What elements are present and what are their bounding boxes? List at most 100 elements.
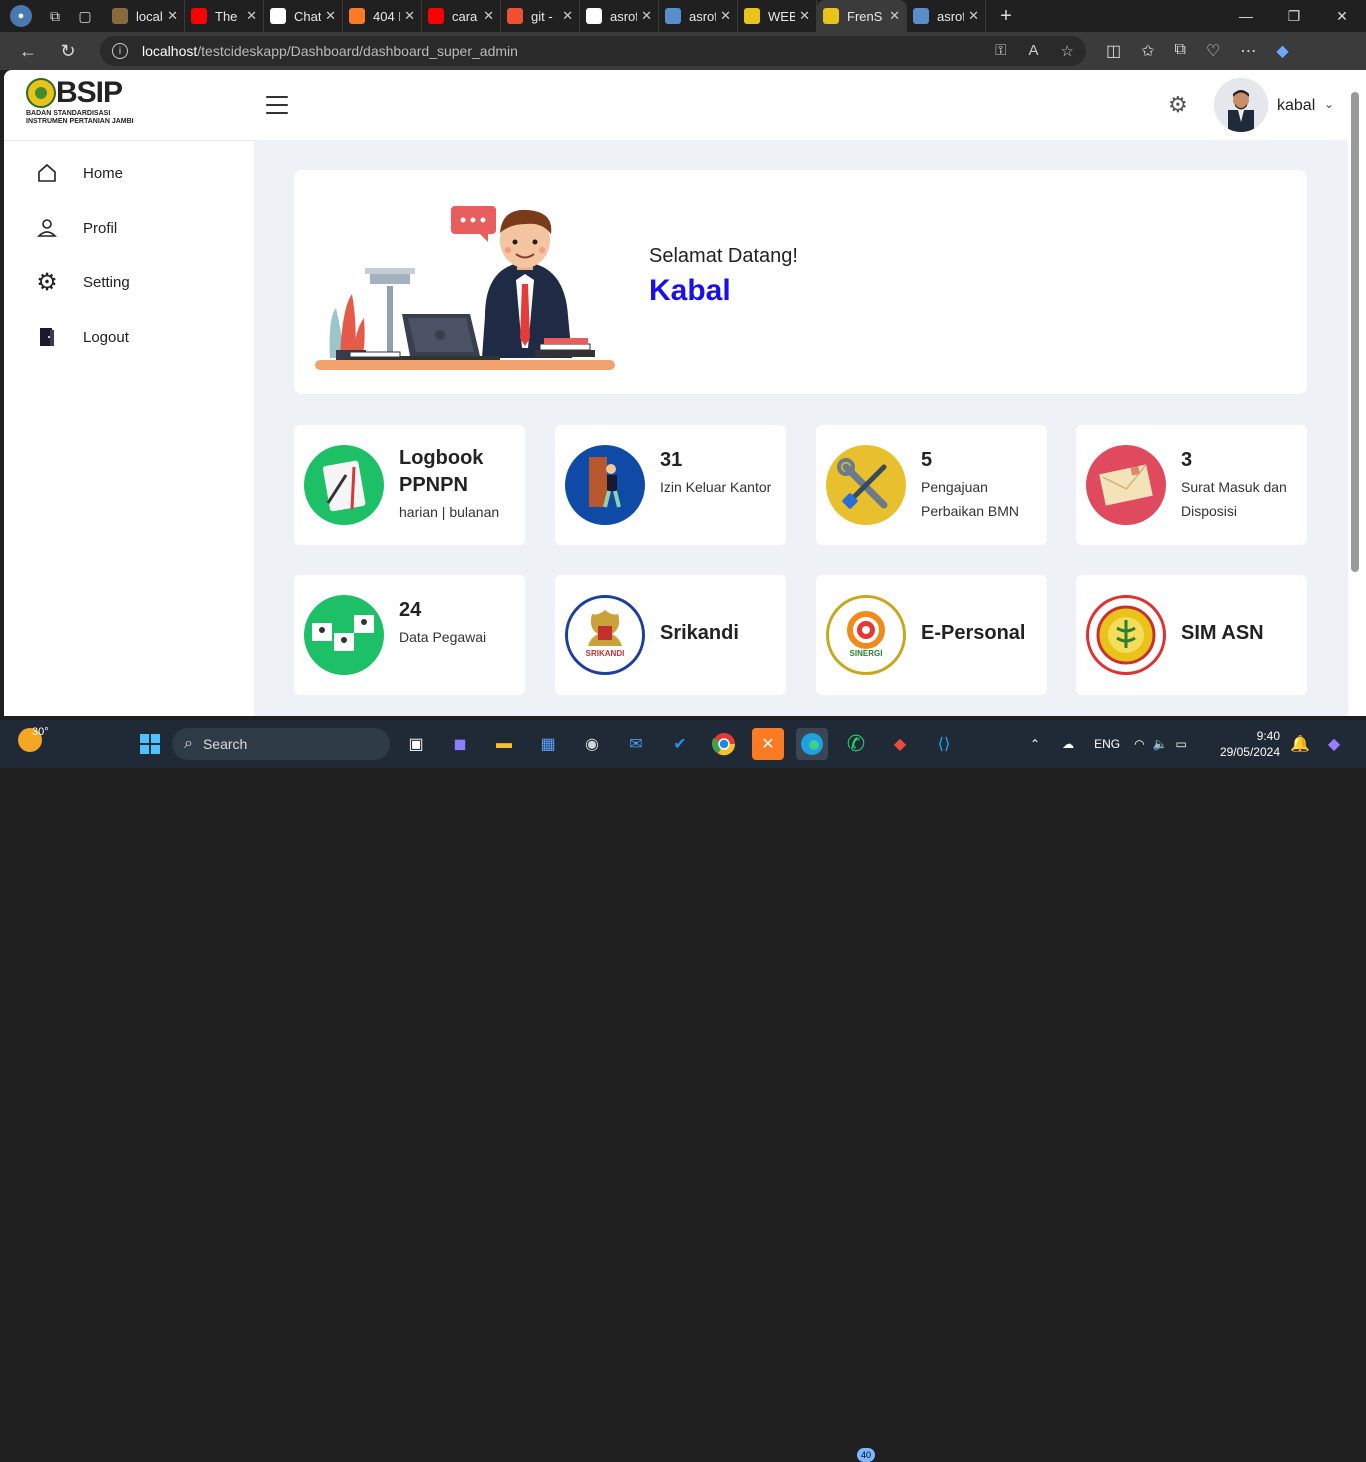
minimize-button[interactable]: — — [1222, 0, 1270, 32]
exit-door-icon — [565, 445, 645, 525]
e-personal-card[interactable]: SINERGI E-Personal — [816, 575, 1047, 695]
browser-tab[interactable]: locall ✕ — [106, 0, 185, 32]
task-view-icon[interactable]: ▣ — [400, 728, 432, 760]
tab-close-icon[interactable]: ✕ — [246, 8, 257, 24]
data-pegawai-card[interactable]: 24 Data Pegawai — [294, 575, 525, 695]
browser-tab[interactable]: ChatG✕ — [264, 0, 343, 32]
username-label[interactable]: kabal — [1277, 97, 1315, 115]
favorites-icon[interactable]: ✩ — [1141, 41, 1154, 61]
tab-close-icon[interactable]: ✕ — [799, 8, 810, 24]
card-description: Pengajuan Perbaikan BMN — [921, 479, 1020, 519]
read-aloud-icon[interactable]: A — [1029, 42, 1039, 60]
mail-icon[interactable]: ✉ — [620, 728, 652, 760]
chevron-up-icon[interactable]: ⌃ — [1030, 737, 1040, 751]
srikandi-card[interactable]: SRIKANDI Srikandi — [555, 575, 786, 695]
taskbar-search[interactable]: ⌕ Search — [172, 728, 390, 760]
tab-title: asrof — [689, 8, 717, 24]
surat-masuk-card[interactable]: 3 Surat Masuk dan Disposisi — [1076, 425, 1307, 545]
back-button[interactable]: ← — [8, 35, 48, 67]
battery-icon[interactable]: ▭ — [1176, 737, 1187, 751]
collections-icon[interactable]: ⧉ — [1175, 41, 1186, 61]
settings-gear-icon[interactable]: ⚙ — [1168, 94, 1190, 116]
sidebar-item-logout[interactable]: Logout — [4, 315, 254, 359]
clock[interactable]: 9:40 29/05/2024 — [1218, 728, 1280, 760]
store-icon[interactable]: ▦ — [532, 728, 564, 760]
todo-icon[interactable]: ✔ — [664, 728, 696, 760]
bsip-logo[interactable]: BSIP BADAN STANDARDISASI INSTRUMEN PERTA… — [26, 76, 136, 138]
hamburger-menu-icon[interactable] — [266, 96, 288, 114]
weather-widget[interactable]: 30° — [18, 726, 49, 755]
site-info-icon[interactable]: i — [112, 43, 128, 59]
start-button[interactable] — [134, 728, 166, 760]
tab-close-icon[interactable]: ✕ — [404, 8, 415, 24]
edge-icon[interactable] — [796, 728, 828, 760]
copilot-taskbar-icon[interactable]: ◆ — [1318, 728, 1350, 760]
workspaces-icon[interactable]: ⧉ — [40, 4, 70, 28]
browser-tab[interactable]: WEB ✕ — [738, 0, 817, 32]
xampp-icon — [349, 8, 365, 24]
tab-close-icon[interactable]: ✕ — [562, 8, 573, 24]
browser-tab[interactable]: git - ✕ — [501, 0, 580, 32]
tab-title: locall — [136, 8, 164, 24]
sidebar-item-profil[interactable]: Profil — [4, 206, 254, 250]
favorite-star-icon[interactable]: ☆ — [1061, 42, 1074, 60]
maximize-button[interactable]: ❐ — [1270, 0, 1318, 32]
file-explorer-icon[interactable]: ▬ — [488, 728, 520, 760]
more-menu-icon[interactable]: ⋯ — [1240, 41, 1256, 61]
scrollbar-thumb[interactable] — [1351, 92, 1359, 572]
browser-tab[interactable]: The B✕ — [185, 0, 264, 32]
whatsapp-icon[interactable]: ✆ — [840, 728, 872, 760]
sidebar-item-label: Home — [83, 164, 124, 182]
chevron-down-icon[interactable]: ⌄ — [1324, 97, 1334, 111]
volume-icon[interactable]: 🔈 — [1153, 737, 1168, 751]
close-window-button[interactable]: ✕ — [1318, 0, 1366, 32]
browser-tab[interactable]: 404 F✕ — [343, 0, 422, 32]
browser-tab[interactable]: cara ✕ — [422, 0, 501, 32]
notebook-icon — [304, 445, 384, 525]
vscode-icon[interactable]: ⟨⟩ — [928, 728, 960, 760]
izin-keluar-kantor-card[interactable]: 31 Izin Keluar Kantor — [555, 425, 786, 545]
logbook-ppnpn-card[interactable]: Logbook PPNPN harian | bulanan — [294, 425, 525, 545]
card-title: SIM ASN — [1181, 622, 1264, 644]
git-kraken-icon[interactable]: ◆ — [884, 728, 916, 760]
browser-tab[interactable]: asrof ✕ — [907, 0, 986, 32]
sidebar-item-home[interactable]: Home — [4, 151, 254, 195]
tab-close-icon[interactable]: ✕ — [641, 8, 652, 24]
tab-close-icon[interactable]: ✕ — [167, 8, 178, 24]
url-host: localhost — [142, 43, 198, 59]
meet-icon[interactable]: ◼ — [444, 728, 476, 760]
card-title: Srikandi — [660, 622, 739, 644]
camera-icon[interactable]: ◉ — [576, 728, 608, 760]
logo-subtitle: BADAN STANDARDISASI INSTRUMEN PERTANIAN … — [26, 110, 134, 125]
xampp-icon[interactable]: ✕ — [752, 728, 784, 760]
card-description: Izin Keluar Kantor — [660, 479, 772, 495]
browser-essentials-icon[interactable]: ♡ — [1206, 41, 1220, 61]
chrome-icon[interactable] — [708, 728, 740, 760]
tab-close-icon[interactable]: ✕ — [483, 8, 494, 24]
tab-actions-icon[interactable]: ▢ — [70, 4, 100, 28]
refresh-button[interactable]: ↻ — [48, 35, 88, 67]
user-avatar[interactable] — [1214, 78, 1268, 132]
cloud-icon[interactable]: ☁ — [1062, 737, 1074, 751]
copilot-icon[interactable]: ◆ — [1276, 41, 1288, 61]
wifi-icon[interactable]: ◠ — [1134, 737, 1144, 751]
password-key-icon[interactable]: ⚿ — [995, 42, 1006, 60]
browser-tab[interactable]: asrof ✕ — [580, 0, 659, 32]
browser-tab[interactable]: FrenS ✕ — [817, 0, 907, 32]
language-indicator[interactable]: ENG — [1094, 737, 1120, 751]
tab-close-icon[interactable]: ✕ — [720, 8, 731, 24]
browser-tab[interactable]: asrof ✕ — [659, 0, 738, 32]
sidebar-item-setting[interactable]: ⚙ Setting — [4, 260, 254, 304]
tab-close-icon[interactable]: ✕ — [325, 8, 336, 24]
split-screen-icon[interactable]: ◫ — [1106, 41, 1121, 61]
perbaikan-bmn-card[interactable]: 5 Pengajuan Perbaikan BMN — [816, 425, 1047, 545]
tab-close-icon[interactable]: ✕ — [889, 8, 900, 24]
new-tab-button[interactable]: + — [986, 0, 1026, 32]
notification-bell-icon[interactable]: 🔔 — [1284, 728, 1316, 760]
tab-close-icon[interactable]: ✕ — [968, 8, 979, 24]
sim-asn-card[interactable]: SIM ASN — [1076, 575, 1307, 695]
url-bar[interactable]: i localhost/testcideskapp/Dashboard/dash… — [100, 36, 1086, 66]
system-tray: ⌃ ☁ ENG ◠ 🔈 ▭ — [1030, 720, 1187, 768]
welcome-greeting: Selamat Datang! — [649, 245, 798, 267]
profile-avatar-icon[interactable]: ● — [10, 5, 32, 27]
